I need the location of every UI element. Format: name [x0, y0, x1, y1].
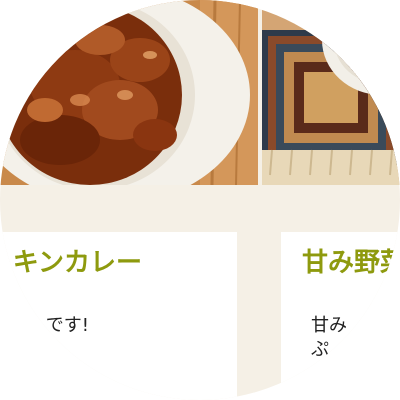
- recipe-title[interactable]: キンカレー: [13, 246, 142, 280]
- curry-dish-photo: [0, 0, 258, 185]
- recipe-photo-placemat[interactable]: [262, 0, 400, 185]
- description-line-2: ぷ: [311, 339, 329, 360]
- recipe-title[interactable]: 甘み野菜: [302, 246, 400, 280]
- recipe-card-curry[interactable]: キンカレー です!: [0, 232, 237, 400]
- recipe-grid: キンカレー です! 甘み野菜 甘みぷ: [0, 0, 400, 400]
- placemat-dish-photo: [262, 0, 400, 185]
- recipe-card-vegetable[interactable]: 甘み野菜 甘みぷ: [281, 232, 400, 400]
- description-line-1: 甘み: [311, 315, 347, 336]
- recipe-description: 甘みぷ: [311, 314, 347, 362]
- recipe-photo-curry[interactable]: [0, 0, 258, 185]
- recipe-description: です!: [45, 315, 89, 336]
